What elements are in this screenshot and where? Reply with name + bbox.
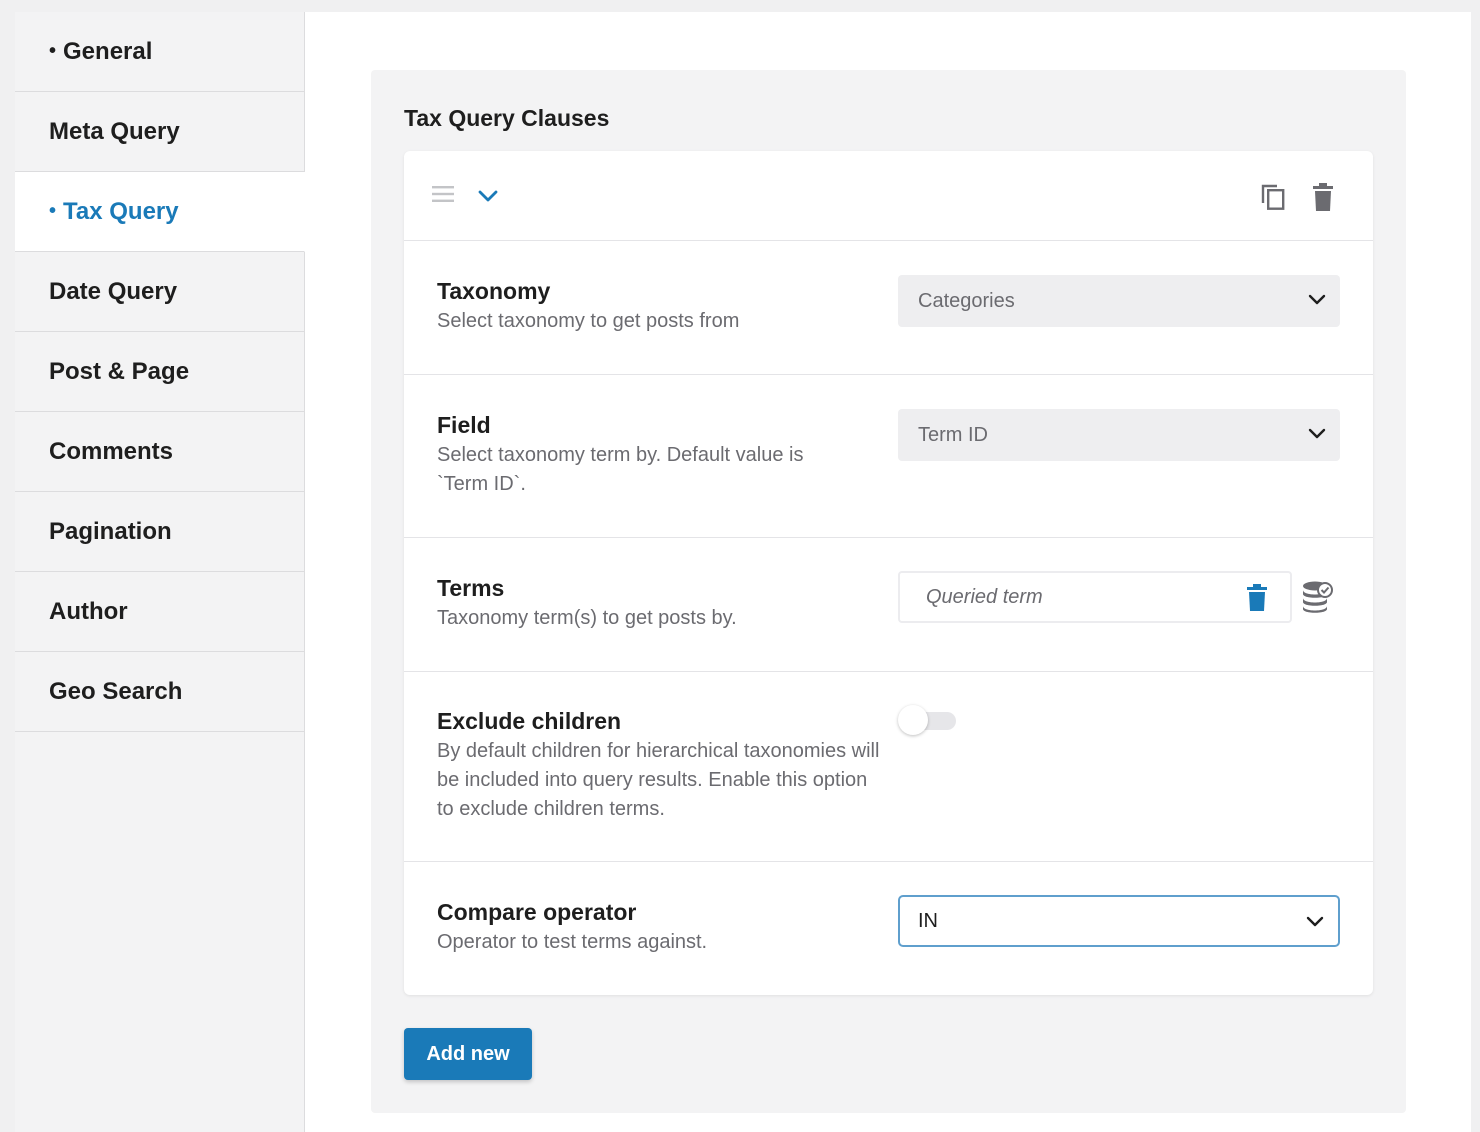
drag-handle-icon[interactable]: [432, 185, 454, 203]
sidebar-item-tax-query[interactable]: • Tax Query: [15, 172, 305, 252]
sidebar-item-label: Tax Query: [63, 197, 179, 225]
sidebar-item-date-query[interactable]: Date Query: [15, 252, 304, 332]
terms-label-group: Terms Taxonomy term(s) to get posts by.: [437, 573, 887, 633]
toggle-knob: [898, 705, 928, 735]
field-row: Field Select taxonomy term by. Default v…: [404, 375, 1373, 538]
trash-icon[interactable]: [1246, 584, 1268, 611]
compare-operator-label-group: Compare operator Operator to test terms …: [437, 897, 887, 957]
sidebar-item-general[interactable]: • General: [15, 12, 304, 92]
clause-card: Taxonomy Select taxonomy to get posts fr…: [404, 151, 1373, 995]
exclude-children-toggle[interactable]: [898, 705, 956, 735]
field-description: Select taxonomy term by. Default value i…: [437, 444, 804, 495]
sidebar-item-label: Geo Search: [49, 677, 183, 705]
exclude-children-row: Exclude children By default children for…: [404, 672, 1373, 862]
terms-input[interactable]: Queried term: [898, 571, 1292, 623]
compare-operator-select[interactable]: IN: [898, 895, 1340, 947]
field-select[interactable]: Term ID: [898, 409, 1340, 461]
compare-operator-select-value: IN: [918, 909, 938, 932]
sidebar-item-geo-search[interactable]: Geo Search: [15, 652, 304, 732]
sidebar-item-label: Post & Page: [49, 357, 190, 385]
sidebar-item-comments[interactable]: Comments: [15, 412, 304, 492]
app-frame: • General Meta Query • Tax Query Date Qu…: [15, 12, 1471, 1132]
field-select-value: Term ID: [918, 423, 988, 446]
sidebar-item-label: General: [63, 37, 153, 65]
taxonomy-select[interactable]: Categories: [898, 275, 1340, 327]
chevron-down-icon: [1308, 428, 1326, 439]
terms-description: Taxonomy term(s) to get posts by.: [437, 607, 737, 629]
compare-operator-row: Compare operator Operator to test terms …: [404, 862, 1373, 995]
sidebar-item-label: Author: [49, 597, 128, 625]
sidebar-item-label: Date Query: [49, 277, 178, 305]
taxonomy-label-group: Taxonomy Select taxonomy to get posts fr…: [437, 276, 887, 336]
field-label: Field: [437, 412, 491, 438]
add-new-button[interactable]: Add new: [404, 1028, 532, 1080]
nav-bullet: •: [49, 200, 57, 222]
compare-operator-label: Compare operator: [437, 899, 637, 925]
tax-query-panel: Tax Query Clauses Taxonomy Select taxono…: [371, 70, 1406, 1113]
sidebar-item-label: Meta Query: [49, 117, 180, 145]
terms-input-value: Queried term: [926, 585, 1043, 608]
exclude-children-description: By default children for hierarchical tax…: [437, 740, 880, 820]
chevron-down-icon: [1306, 916, 1324, 927]
sidebar-item-meta-query[interactable]: Meta Query: [15, 92, 304, 172]
terms-label: Terms: [437, 575, 505, 601]
sidebar-item-label: Comments: [49, 437, 174, 465]
sidebar-item-author[interactable]: Author: [15, 572, 304, 652]
trash-icon[interactable]: [1311, 182, 1335, 212]
taxonomy-label: Taxonomy: [437, 278, 551, 304]
chevron-down-icon: [1308, 294, 1326, 305]
sidebar-item-pagination[interactable]: Pagination: [15, 492, 304, 572]
field-label-group: Field Select taxonomy term by. Default v…: [437, 410, 837, 499]
taxonomy-description: Select taxonomy to get posts from: [437, 310, 740, 332]
terms-row: Terms Taxonomy term(s) to get posts by. …: [404, 538, 1373, 672]
dynamic-data-icon[interactable]: [1301, 580, 1333, 614]
sidebar-item-label: Pagination: [49, 517, 172, 545]
taxonomy-select-value: Categories: [918, 289, 1015, 312]
compare-operator-description: Operator to test terms against.: [437, 931, 708, 953]
sidebar-nav: • General Meta Query • Tax Query Date Qu…: [15, 12, 305, 1132]
panel-title: Tax Query Clauses: [404, 105, 610, 131]
clause-header: [404, 151, 1373, 241]
chevron-down-icon[interactable]: [477, 187, 499, 205]
sidebar-item-post-page[interactable]: Post & Page: [15, 332, 304, 412]
exclude-children-label-group: Exclude children By default children for…: [437, 706, 882, 824]
exclude-children-label: Exclude children: [437, 708, 622, 734]
copy-icon[interactable]: [1260, 183, 1286, 211]
taxonomy-row: Taxonomy Select taxonomy to get posts fr…: [404, 241, 1373, 375]
nav-bullet: •: [49, 40, 57, 62]
